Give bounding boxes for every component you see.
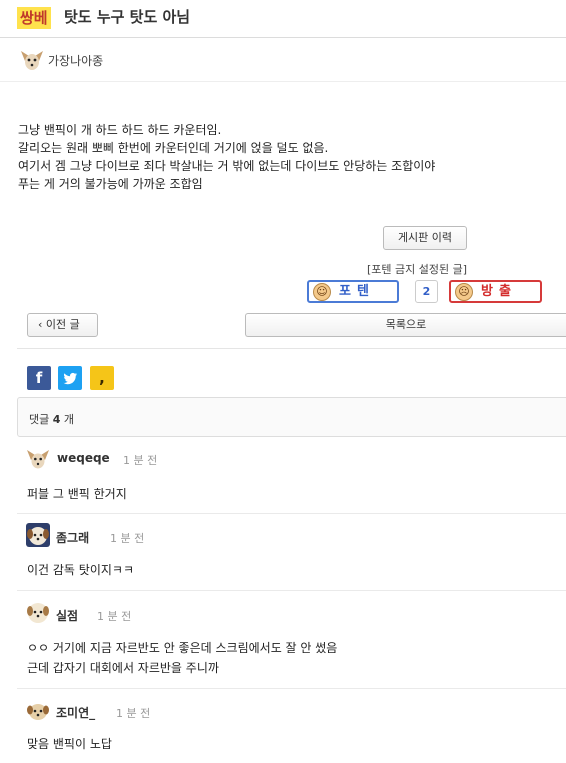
dog-avatar-icon [19,47,45,73]
comment-text: 이건 감독 탓이지ㅋㅋ [27,560,134,580]
post-body-line: 그냥 밴픽이 개 하드 하드 하드 카운터임. [18,123,222,137]
post-body-line: 여기서 겜 그냥 다이브로 죄다 박살내는 거 밖에 없는데 다이브도 안당하는… [18,159,436,173]
comment-item: 조미연_ 1 분 전 맞음 밴픽이 노답 [17,689,566,763]
category-badge[interactable]: 쌍베 [17,7,51,29]
comment-item: weqeqe 1 분 전 퍼블 그 밴픽 한거지 [17,440,566,514]
twitter-bird-icon [63,372,78,385]
commenter-nickname[interactable]: 좀그래 [56,529,89,546]
commenter-nickname[interactable]: weqeqe [57,451,110,465]
comment-line: ㅇㅇ 거기에 지금 자르반도 안 좋은데 스크림에서도 잘 안 썼음 [27,641,338,655]
author-row: 가장나아종 [0,38,566,82]
comment-text: 맞음 밴픽이 노답 [27,734,112,754]
comment-count: 댓글 4 개 [29,411,74,427]
vote-up-button[interactable]: ☺ 포텐 [307,280,399,303]
comment-time: 1 분 전 [110,532,145,545]
comment-time: 1 분 전 [97,610,132,623]
commenter-nickname[interactable]: 조미연_ [56,704,95,721]
angry-face-icon: ☹ [455,283,473,301]
vote-down-button[interactable]: ☹ 방출 [449,280,542,303]
kakaostory-share-icon[interactable]: , [90,366,114,390]
author-name[interactable]: 가장나아종 [48,52,103,69]
comment-line: 맞음 밴픽이 노답 [27,737,112,751]
comment-item: 실점 1 분 전 ㅇㅇ 거기에 지금 자르반도 안 좋은데 스크림에서도 잘 안… [17,591,566,689]
comment-text: ㅇㅇ 거기에 지금 자르반도 안 좋은데 스크림에서도 잘 안 썼음 근데 갑자… [27,638,337,678]
prev-post-button[interactable]: ‹ 이전 글 [27,313,98,337]
chevron-left-icon: ‹ [38,318,43,331]
comment-item: 좀그래 1 분 전 이건 감독 탓이지ㅋㅋ [17,514,566,591]
vote-up-label: 포텐 [339,284,375,299]
post-title: 탓도 누구 탓도 아님 [64,8,191,26]
twitter-share-icon[interactable] [58,366,82,390]
puppy-avatar-icon [26,523,50,547]
comment-count-suffix: 개 [60,413,75,426]
commenter-avatar[interactable] [26,699,50,723]
vote-down-label: 방출 [481,284,517,299]
vote-count: 2 [415,280,438,303]
post-body-line: 갈리오는 원래 뽀삐 한번에 카운터인데 거기에 얹을 덜도 없음. [18,141,329,155]
commenter-avatar[interactable] [26,523,50,547]
puppy-avatar-icon [26,601,50,625]
vote-disabled-note: [포텐 금지 설정된 글] [367,263,468,276]
commenter-avatar[interactable] [26,447,50,471]
comment-time: 1 분 전 [123,454,158,467]
commenter-nickname[interactable]: 실점 [56,607,78,624]
comment-time: 1 분 전 [116,707,151,720]
dog-avatar-icon [26,447,50,471]
commenter-avatar[interactable] [26,601,50,625]
post-title-bar: 쌍베 탓도 누구 탓도 아님 [0,0,566,38]
comment-text: 퍼블 그 밴픽 한거지 [27,484,127,504]
post-body-line: 푸는 게 거의 불가능에 가까운 조합임 [18,177,203,191]
author-avatar[interactable] [19,47,45,73]
back-to-list-button[interactable]: 목록으로 [245,313,566,337]
comment-line: 근데 갑자기 대회에서 자르반을 주니까 [27,661,219,675]
comment-count-prefix: 댓글 [29,413,53,426]
post-body: 그냥 밴픽이 개 하드 하드 하드 카운터임. 갈리오는 원래 뽀삐 한번에 카… [18,121,558,193]
divider [17,348,566,349]
comment-line: 퍼블 그 밴픽 한거지 [27,487,127,501]
board-history-button[interactable]: 게시판 이력 [383,226,467,250]
prev-post-label: 이전 글 [45,318,80,331]
facebook-share-icon[interactable]: f [27,366,51,390]
comments-header: 댓글 4 개 [17,397,566,437]
comment-line: 이건 감독 탓이지ㅋㅋ [27,563,134,577]
puppy-avatar-icon [26,699,50,723]
thumbs-up-face-icon: ☺ [313,283,331,301]
